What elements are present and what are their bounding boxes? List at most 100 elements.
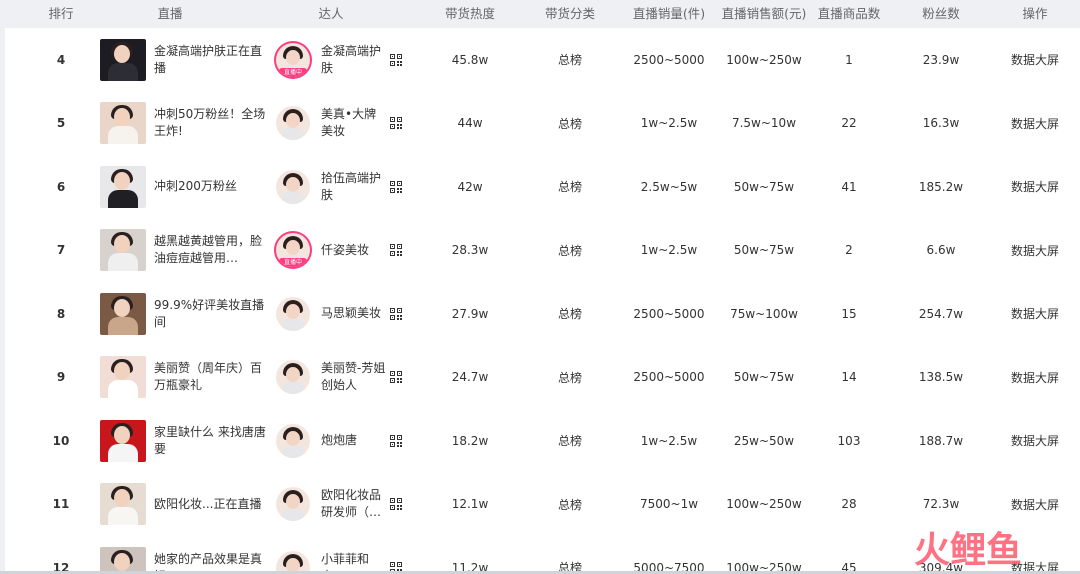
kol-name[interactable]: 马思颖美妆 [321,305,387,322]
live-thumbnail[interactable] [100,483,146,525]
data-screen-link[interactable]: 数据大屏 [1000,346,1070,409]
kol-avatar[interactable] [276,360,310,394]
live-title[interactable]: 冲刺50万粉丝！全场王炸! [154,106,266,140]
products-value: 22 [841,116,857,130]
live-thumbnail[interactable] [100,229,146,271]
kol-avatar[interactable] [276,423,310,458]
live-cell[interactable]: 越黑越黄越管用，脸油痘痘越管用… [100,219,266,282]
live-cell[interactable]: 她家的产品效果是真好 [100,536,266,574]
live-title[interactable]: 99.9%好评美妆直播间 [154,297,266,331]
sales-volume-value: 2500~5000 [633,306,705,321]
qrcode-icon[interactable] [390,180,402,193]
kol-cell[interactable]: 拾伍高端护肤 [276,155,402,218]
kol-cell[interactable]: 美丽赞-芳姐创始人 [276,346,402,409]
avatar-face [286,176,300,192]
table-row[interactable]: 5 冲刺50万粉丝！全场王炸! 美真•大牌美妆 44w 总榜 1w~2.5w 7… [5,91,1080,156]
data-screen-link[interactable]: 数据大屏 [1000,219,1070,282]
qrcode-icon[interactable] [390,371,402,383]
col-sales-volume[interactable]: 直播销量(件) [619,0,719,28]
thumb-face [114,552,130,571]
fans-value: 254.7w [918,306,964,321]
fans-value: 23.9w [922,52,960,67]
kol-name[interactable]: 拾伍高端护肤 [321,170,387,204]
thumb-face [114,235,130,253]
kol-avatar[interactable] [276,296,310,331]
category-value: 总榜 [557,116,582,131]
table-row[interactable]: 6 冲刺200万粉丝 拾伍高端护肤 42w 总榜 2.5w~5w 50w~75w… [5,155,1080,220]
kol-avatar[interactable]: 直播中 [276,42,310,77]
live-cell[interactable]: 欧阳化妆...正在直播 [100,473,266,536]
data-screen-link[interactable]: 数据大屏 [1000,409,1070,472]
table-row[interactable]: 4 金凝高端护肤正在直播 直播中 金凝高端护肤 45.8w 总榜 2500~50… [5,28,1080,93]
qrcode-icon[interactable] [390,498,402,510]
live-title[interactable]: 家里缺什么 来找唐唐要 [154,424,266,458]
kol-cell[interactable]: 直播中 金凝高端护肤 [276,28,402,91]
kol-name[interactable]: 仟姿美妆 [321,242,387,259]
col-fans[interactable]: 粉丝数 [901,0,981,28]
kol-name[interactable]: 美丽赞-芳姐创始人 [321,360,387,394]
kol-name[interactable]: 金凝高端护肤 [321,43,387,77]
live-cell[interactable]: 金凝高端护肤正在直播 [100,28,266,91]
live-thumbnail[interactable] [100,356,146,398]
data-screen-link[interactable]: 数据大屏 [1000,28,1070,91]
kol-cell[interactable]: 美真•大牌美妆 [276,92,402,155]
kol-avatar[interactable] [276,487,310,521]
live-cell[interactable]: 99.9%好评美妆直播间 [100,282,266,345]
qrcode-icon[interactable] [390,434,402,447]
col-category: 带货分类 [544,6,595,21]
rank-number: 6 [56,179,66,194]
table-row[interactable]: 10 家里缺什么 来找唐唐要 炮炮唐 18.2w 总榜 1w~2.5w 25w~… [5,409,1080,474]
heat-value: 27.9w [451,306,489,321]
rank-number: 10 [52,433,70,448]
live-cell[interactable]: 冲刺200万粉丝 [100,155,266,218]
kol-cell[interactable]: 小菲菲和大… [276,536,402,574]
kol-name[interactable]: 欧阳化妆品研发师（… [321,487,387,521]
kol-cell[interactable]: 马思颖美妆 [276,282,402,345]
live-title[interactable]: 美丽赞（周年庆）百万瓶豪礼 [154,360,266,394]
live-cell[interactable]: 冲刺50万粉丝！全场王炸! [100,92,266,155]
avatar-face [286,367,300,382]
live-title[interactable]: 冲刺200万粉丝 [154,178,266,195]
live-cell[interactable]: 美丽赞（周年庆）百万瓶豪礼 [100,346,266,409]
live-title[interactable]: 越黑越黄越管用，脸油痘痘越管用… [154,233,266,267]
qrcode-icon[interactable] [390,117,402,129]
col-heat[interactable]: 带货热度 [430,0,510,28]
kol-cell[interactable]: 直播中 仟姿美妆 [276,219,402,282]
col-sales-amount[interactable]: 直播销售额(元) [708,0,820,28]
kol-cell[interactable]: 炮炮唐 [276,409,402,472]
kol-avatar[interactable]: 直播中 [276,233,310,267]
live-title[interactable]: 金凝高端护肤正在直播 [154,43,266,77]
data-screen-link[interactable]: 数据大屏 [1000,92,1070,155]
live-thumbnail[interactable] [100,292,146,335]
kol-avatar[interactable] [276,169,310,204]
kol-avatar[interactable] [276,106,310,140]
qrcode-icon[interactable] [390,244,402,256]
sales-amount-value: 100w~250w [726,497,802,511]
col-products[interactable]: 直播商品数 [807,0,891,28]
live-title[interactable]: 欧阳化妆...正在直播 [154,496,266,513]
table-row[interactable]: 8 99.9%好评美妆直播间 马思颖美妆 27.9w 总榜 2500~5000 … [5,282,1080,347]
thumb-face [114,44,130,63]
avatar-face [286,49,300,65]
table-row[interactable]: 9 美丽赞（周年庆）百万瓶豪礼 美丽赞-芳姐创始人 24.7w 总榜 2500~… [5,345,1080,410]
data-screen-link[interactable]: 数据大屏 [1000,155,1070,218]
sales-volume-value: 1w~2.5w [640,243,698,257]
rank-number: 8 [56,306,66,321]
live-thumbnail[interactable] [100,419,146,462]
live-thumbnail[interactable] [100,546,146,574]
live-thumbnail[interactable] [100,102,146,144]
live-badge: 直播中 [279,258,307,267]
live-thumbnail[interactable] [100,165,146,208]
data-screen-link[interactable]: 数据大屏 [1000,282,1070,345]
kol-name[interactable]: 炮炮唐 [321,432,387,449]
sales-amount-value: 75w~100w [730,306,798,321]
rank-number: 4 [56,52,66,67]
thumb-face [114,298,130,317]
qrcode-icon[interactable] [390,307,402,320]
table-row[interactable]: 7 越黑越黄越管用，脸油痘痘越管用… 直播中 仟姿美妆 28.3w 总榜 1w~… [5,218,1080,283]
live-thumbnail[interactable] [100,38,146,81]
kol-name[interactable]: 美真•大牌美妆 [321,106,387,140]
kol-cell[interactable]: 欧阳化妆品研发师（… [276,473,402,536]
qrcode-icon[interactable] [390,53,402,66]
live-cell[interactable]: 家里缺什么 来找唐唐要 [100,409,266,472]
